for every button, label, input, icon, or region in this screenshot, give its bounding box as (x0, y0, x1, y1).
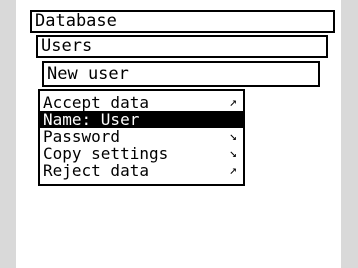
menu-item-password[interactable]: Password ↘ (40, 128, 243, 145)
menu-item-name[interactable]: Name: User (40, 111, 243, 128)
lcd-screen: Database Users New user Accept data ↗ Na… (16, 0, 341, 268)
menu-item-label: Reject data (43, 161, 149, 180)
arrow-down-right-icon: ↘ (229, 146, 237, 161)
arrow-up-right-icon: ↗ (229, 95, 237, 110)
menu-item-reject-data[interactable]: Reject data ↗ (40, 162, 243, 179)
arrow-down-right-icon: ↘ (229, 129, 237, 144)
breadcrumb-users-label: Users (41, 36, 93, 56)
arrow-up-right-icon: ↗ (229, 163, 237, 178)
breadcrumb-users: Users (36, 35, 328, 58)
context-menu: Accept data ↗ Name: User Password ↘ Copy… (38, 89, 245, 186)
menu-item-copy-settings[interactable]: Copy settings ↘ (40, 145, 243, 162)
breadcrumb-new-user-label: New user (47, 64, 129, 84)
breadcrumb-database: Database (30, 10, 335, 33)
menu-item-accept-data[interactable]: Accept data ↗ (40, 94, 243, 111)
breadcrumb-database-label: Database (35, 11, 117, 31)
breadcrumb-new-user: New user (42, 61, 320, 87)
